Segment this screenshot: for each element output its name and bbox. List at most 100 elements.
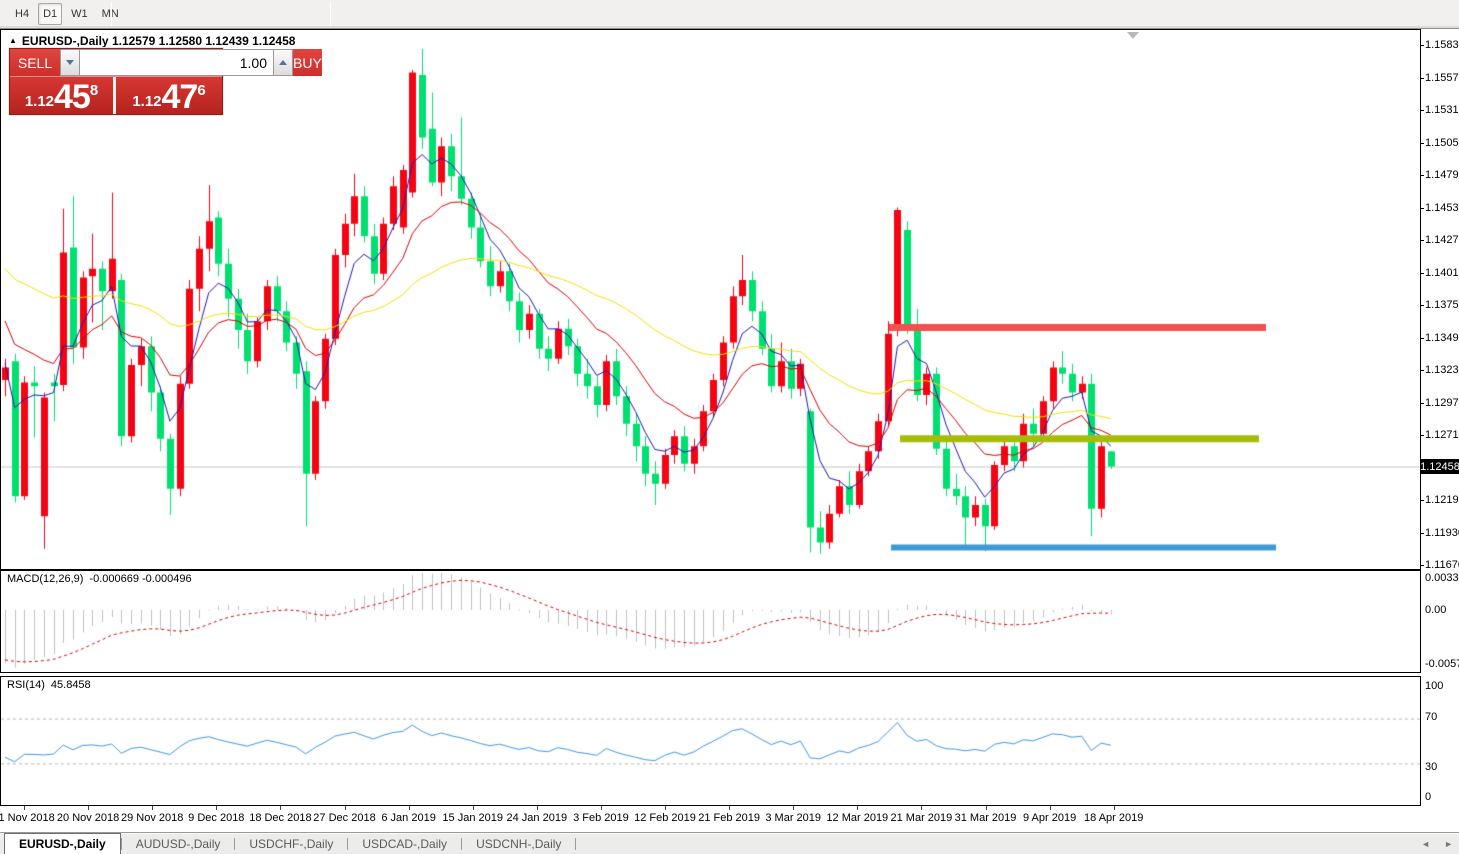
chart-symbol-header: ▲ EURUSD-,Daily 1.12579 1.12580 1.12439 … (9, 34, 295, 48)
chevron-up-icon (279, 60, 287, 65)
time-axis-label: 21 Feb 2019 (698, 812, 760, 824)
price-axis-tick (1421, 370, 1424, 371)
price-axis-label: 1.15570 (1425, 72, 1459, 84)
time-axis-tick (537, 806, 538, 810)
price-axis-tick (1421, 565, 1424, 566)
macd-indicator-panel: MACD(12,26,9) -0.000669 -0.000496 (0, 570, 1421, 673)
time-axis-tick (152, 806, 153, 810)
time-axis-tick (601, 806, 602, 810)
buy-price-button[interactable]: 1.12 47 6 (116, 77, 222, 114)
time-axis-tick (24, 806, 25, 810)
price-axis-label: 1.13490 (1425, 332, 1459, 344)
price-axis-tick (1421, 240, 1424, 241)
time-axis-tick (473, 806, 474, 810)
sell-price-button[interactable]: 1.12 45 8 (10, 77, 116, 114)
timeframe-toolbar: H4D1W1MN (0, 0, 1459, 29)
macd-label: MACD(12,26,9) -0.000669 -0.000496 (7, 573, 192, 585)
time-axis-label: 3 Feb 2019 (573, 812, 629, 824)
rsi-name: RSI(14) (7, 679, 45, 691)
tab-scroll-right-icon[interactable]: ► (1444, 839, 1453, 849)
time-axis-tick (216, 806, 217, 810)
buy-price-prefix: 1.12 (132, 94, 161, 109)
toolbar-separator (111, 2, 112, 26)
price-axis-tick (1421, 500, 1424, 501)
time-axis-label: 12 Feb 2019 (634, 812, 696, 824)
time-axis-tick (921, 806, 922, 810)
time-axis-tick (409, 806, 410, 810)
price-axis-tick (1421, 45, 1424, 46)
price-axis-label: 1.14010 (1425, 267, 1459, 279)
price-axis-label: 1.11670 (1425, 559, 1459, 571)
trade-controls-row: SELL BUY (10, 49, 222, 77)
trading-terminal-window: H4D1W1MN ▲ EURUSD-,Daily 1.12579 1.12580… (0, 0, 1459, 854)
price-axis-label: 1.14270 (1425, 234, 1459, 246)
price-axis-tick (1421, 110, 1424, 111)
time-axis-label: 18 Dec 2018 (249, 812, 311, 824)
price-axis-label: 1.12190 (1425, 494, 1459, 506)
macd-axis-zero: 0.00 (1425, 604, 1446, 616)
time-axis-tick (665, 806, 666, 810)
price-axis-label: 1.11930 (1425, 527, 1459, 539)
rsi-value: 45.8458 (51, 679, 91, 691)
macd-name: MACD(12,26,9) (7, 573, 83, 585)
toolbar-separator (330, 2, 331, 26)
sell-price-big: 45 (54, 84, 90, 112)
tab-scroll-left-icon[interactable]: ◄ (1421, 839, 1430, 849)
timeframe-H4[interactable]: H4 (10, 3, 34, 25)
price-axis-tick (1421, 175, 1424, 176)
price-axis-label: 1.13750 (1425, 299, 1459, 311)
buy-price-big: 47 (162, 84, 198, 112)
timeframe-D1[interactable]: D1 (38, 3, 62, 25)
macd-values: -0.000669 -0.000496 (89, 573, 191, 585)
rsi-axis-30: 30 (1425, 761, 1437, 773)
rsi-indicator-panel: RSI(14) 45.8458 (0, 676, 1421, 806)
sell-button[interactable]: SELL (10, 49, 60, 76)
chart-tab-usdcnh[interactable]: USDCNH-,Daily (462, 833, 575, 854)
macd-axis-max: 0.003386 (1425, 572, 1459, 584)
time-axis-label: 24 Jan 2019 (507, 812, 568, 824)
time-axis-label: 18 Apr 2019 (1084, 812, 1143, 824)
symbol-ohlc-text: EURUSD-,Daily 1.12579 1.12580 1.12439 1.… (22, 34, 296, 48)
time-axis-label: 27 Dec 2018 (313, 812, 375, 824)
buy-price-sup: 6 (197, 83, 205, 98)
rsi-canvas[interactable] (1, 677, 1420, 805)
sell-price-sup: 8 (90, 83, 98, 98)
price-axis-label: 1.15050 (1425, 137, 1459, 149)
price-axis-label: 1.14790 (1425, 169, 1459, 181)
collapse-ohlc-icon[interactable]: ▲ (9, 37, 17, 45)
price-chart-panel: ▲ EURUSD-,Daily 1.12579 1.12580 1.12439 … (0, 29, 1421, 570)
chart-tab-eurusd[interactable]: EURUSD-,Daily (4, 833, 121, 854)
timeframe-W1[interactable]: W1 (66, 3, 93, 25)
time-axis-tick (280, 806, 281, 810)
time-axis-tick (1050, 806, 1051, 810)
time-axis-label: 20 Nov 2018 (57, 812, 119, 824)
macd-axis-min: -0.00574 (1425, 658, 1459, 670)
chart-tab-audusd[interactable]: AUDUSD-,Daily (122, 833, 235, 854)
price-axis-tick (1421, 208, 1424, 209)
price-axis-tick (1421, 305, 1424, 306)
macd-canvas[interactable] (1, 571, 1420, 672)
time-axis-label: 3 Mar 2019 (765, 812, 821, 824)
volume-increase-button[interactable] (273, 49, 293, 76)
rsi-axis-70: 70 (1425, 711, 1437, 723)
price-axis-label: 1.12970 (1425, 397, 1459, 409)
time-axis-tick (986, 806, 987, 810)
buy-button[interactable]: BUY (293, 49, 322, 76)
chart-tab-usdcad[interactable]: USDCAD-,Daily (348, 833, 461, 854)
time-axis-label: 9 Dec 2018 (188, 812, 244, 824)
chart-tab-usdchf[interactable]: USDCHF-,Daily (235, 833, 347, 854)
time-axis-label: 11 Nov 2018 (0, 812, 55, 824)
price-axis-tick (1421, 78, 1424, 79)
time-axis-label: 9 Apr 2019 (1023, 812, 1076, 824)
volume-input[interactable] (80, 49, 273, 76)
chart-shift-marker-icon[interactable] (1127, 32, 1139, 39)
rsi-axis-0: 0 (1425, 791, 1431, 803)
volume-decrease-button[interactable] (60, 49, 80, 76)
price-axis-tick (1421, 403, 1424, 404)
chart-tab-bar: EURUSD-,DailyAUDUSD-,DailyUSDCHF-,DailyU… (0, 832, 1459, 854)
time-axis-label: 29 Nov 2018 (121, 812, 183, 824)
time-axis-tick (793, 806, 794, 810)
sell-price-prefix: 1.12 (25, 94, 54, 109)
chevron-down-icon (66, 60, 74, 65)
price-axis-label: 1.13230 (1425, 364, 1459, 376)
